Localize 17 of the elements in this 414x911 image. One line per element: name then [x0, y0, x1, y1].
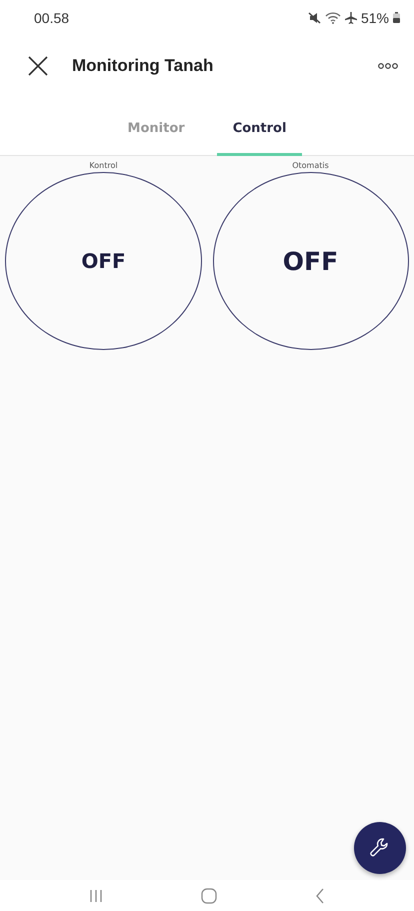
status-time: 00.58 [34, 10, 70, 26]
airplane-icon [344, 12, 357, 24]
widget-label: Otomatis [292, 161, 329, 170]
close-icon[interactable] [28, 56, 48, 76]
back-icon[interactable] [315, 888, 325, 904]
battery-level: 51% [360, 10, 389, 26]
more-icon[interactable] [378, 63, 398, 69]
battery-icon [393, 12, 400, 23]
toggle-button[interactable]: OFF [212, 172, 408, 350]
toggle-button[interactable]: OFF [5, 172, 202, 350]
mute-icon [308, 12, 321, 24]
settings-button[interactable] [354, 822, 406, 874]
screen-title: Monitoring Tanah [72, 56, 214, 76]
widget-label: Kontrol [89, 161, 118, 170]
home-icon[interactable] [201, 888, 217, 904]
wifi-icon [324, 12, 341, 24]
recent-apps-icon[interactable] [89, 888, 103, 902]
